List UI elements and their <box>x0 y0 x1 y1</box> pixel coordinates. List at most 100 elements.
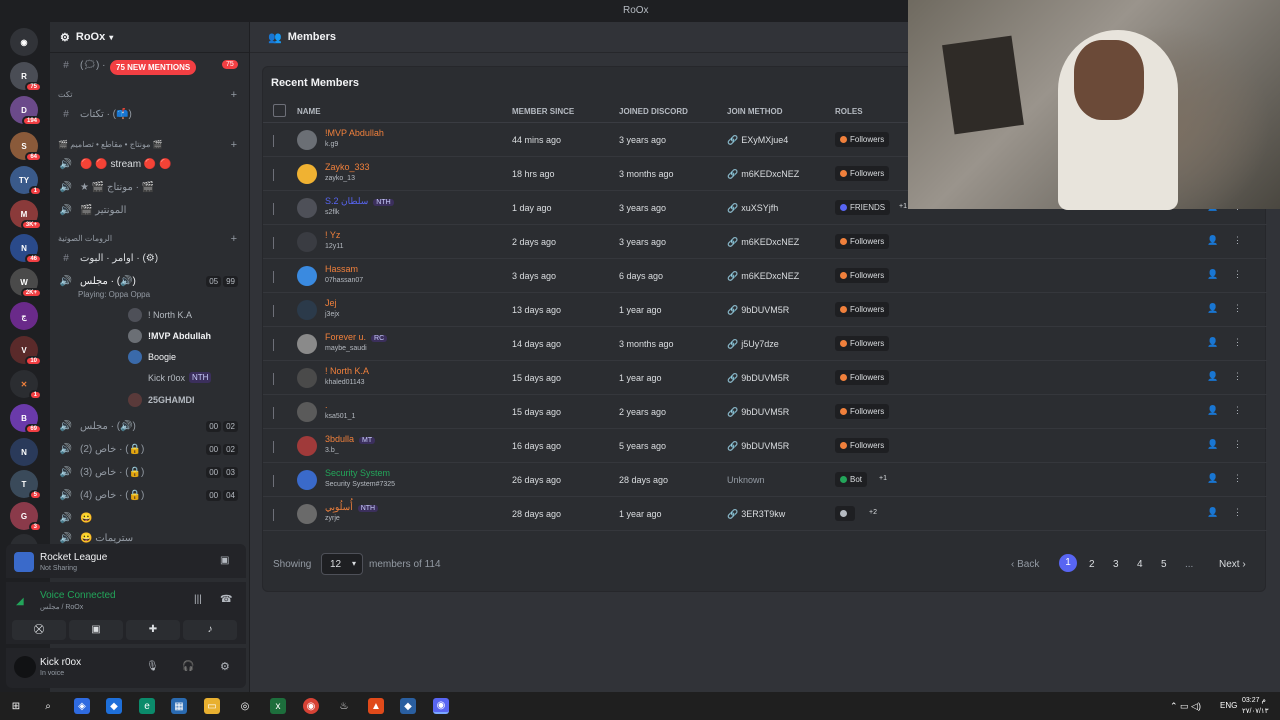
voice-user[interactable]: ! North K.A <box>128 308 192 322</box>
category-label[interactable]: الرومات الصوتية <box>58 234 112 243</box>
server-icon[interactable]: N <box>10 438 38 466</box>
member-profile-icon[interactable]: 👤 <box>1207 405 1218 416</box>
channel-item[interactable]: # تكتات · (📫) <box>50 104 250 124</box>
join-method[interactable]: 🔗 EXyMXjue4 <box>727 135 788 146</box>
voice-user[interactable]: Kick r0ox NTH <box>148 372 212 383</box>
avatar[interactable] <box>297 504 317 524</box>
member-profile-icon[interactable]: 👤 <box>1207 235 1218 246</box>
category-label[interactable]: 🎬 مونتاج • مقاطع • تصاميم 🎬 <box>58 140 163 149</box>
more-options-icon[interactable]: ⋮ <box>1233 439 1242 450</box>
excel-icon[interactable]: x <box>270 698 286 714</box>
member-profile-icon[interactable]: 👤 <box>1207 269 1218 280</box>
more-options-icon[interactable]: ⋮ <box>1233 269 1242 280</box>
table-row[interactable]: Hassam 07hassan07 3 days ago 6 days ago 🔗 m6K… <box>263 259 1267 293</box>
row-checkbox[interactable] <box>273 305 274 317</box>
avatar[interactable] <box>297 232 317 252</box>
join-method[interactable]: 🔗 m6KEDxcNEZ <box>727 237 799 248</box>
avatar[interactable] <box>297 300 317 320</box>
select-all-checkbox[interactable] <box>273 104 286 117</box>
voice-user[interactable]: 25GHAMDI <box>128 393 195 407</box>
avatar[interactable] <box>297 368 317 388</box>
voice-channel-item[interactable]: 🔊 😀 <box>50 508 250 528</box>
avatar[interactable] <box>297 402 317 422</box>
voice-user[interactable]: Boogie <box>128 350 176 364</box>
join-method[interactable]: Unknown <box>727 475 765 485</box>
windows-start-icon[interactable]: ⊞ <box>8 698 24 714</box>
settings-icon[interactable]: ⚙ <box>220 660 230 673</box>
avatar[interactable] <box>297 164 317 184</box>
camera-icon[interactable]: ⛒ <box>12 620 66 640</box>
row-checkbox[interactable] <box>273 475 274 487</box>
channel-item[interactable]: # اوامر · البوت · (⚙) <box>50 248 250 268</box>
page-2[interactable]: 2 <box>1089 559 1095 570</box>
role-badge[interactable]: FRIENDS <box>835 200 891 215</box>
search-icon[interactable]: ⌕ <box>40 698 56 714</box>
table-row[interactable]: ! Yz 12y11 2 days ago 3 years ago 🔗 m6KEDxcNE… <box>263 225 1267 259</box>
row-checkbox[interactable] <box>273 169 274 181</box>
obs-icon[interactable]: ◎ <box>237 698 253 714</box>
app-icon[interactable]: ◆ <box>106 698 122 714</box>
server-header[interactable]: ⚙RoOx▾👤 <box>50 22 288 53</box>
more-options-icon[interactable]: ⋮ <box>1233 507 1242 518</box>
member-name[interactable]: Zayko_333 <box>325 162 370 172</box>
table-row[interactable]: ! North K.A khaled01143 15 days ago 1 year … <box>263 361 1267 395</box>
join-method[interactable]: 🔗 xuXSYjfh <box>727 203 778 214</box>
role-badge[interactable]: Followers <box>835 234 890 249</box>
voice-channel-item[interactable]: 🔊 خاص (2) · (🔒) 00 02 <box>50 439 250 459</box>
add-channel-icon[interactable]: + <box>231 139 237 151</box>
role-badge[interactable]: Followers <box>835 438 890 453</box>
more-options-icon[interactable]: ⋮ <box>1233 303 1242 314</box>
disconnect-icon[interactable]: ☎ <box>220 594 232 605</box>
server-icon[interactable]: ✕ 1 <box>10 370 42 400</box>
role-badge[interactable]: Bot <box>835 472 868 487</box>
more-options-icon[interactable]: ⋮ <box>1233 235 1242 246</box>
page-size-select[interactable]: 12 ▾ <box>321 553 363 575</box>
voice-channel-item[interactable]: 🔊 خاص (4) · (🔒) 00 04 <box>50 485 250 505</box>
more-options-icon[interactable]: ⋮ <box>1233 371 1242 382</box>
extra-roles[interactable]: +2 <box>869 509 877 516</box>
tray-icons[interactable]: ⌃ ▭ ◁) <box>1170 701 1201 712</box>
table-row[interactable]: . ksa501_1 15 days ago 2 years ago 🔗 9bDUVM5R… <box>263 395 1267 429</box>
activity-panel[interactable]: Rocket League Not Sharing ▣ <box>6 544 246 578</box>
voice-status[interactable]: Voice Connected <box>40 590 116 601</box>
row-checkbox[interactable] <box>273 373 274 385</box>
row-checkbox[interactable] <box>273 441 274 453</box>
server-icon[interactable]: V 10 <box>10 336 42 366</box>
language-indicator[interactable]: ENG <box>1220 701 1237 710</box>
member-name[interactable]: 3bdulla MT <box>325 434 376 444</box>
server-icon[interactable]: S 64 <box>10 132 42 162</box>
role-badge[interactable]: Followers <box>835 404 890 419</box>
join-method[interactable]: 🔗 9bDUVM5R <box>727 305 789 316</box>
role-badge[interactable]: Followers <box>835 166 890 181</box>
join-method[interactable]: 🔗 3ER3T9kw <box>727 509 785 520</box>
member-name[interactable]: أُسلُوبِي NTH <box>325 502 379 513</box>
store-icon[interactable]: ▦ <box>171 698 187 714</box>
server-icon[interactable]: ج <box>10 302 38 330</box>
brave-icon[interactable]: ▲ <box>368 698 384 714</box>
avatar[interactable] <box>297 198 317 218</box>
page-5[interactable]: 5 <box>1161 559 1167 570</box>
add-channel-icon[interactable]: + <box>231 89 237 101</box>
member-profile-icon[interactable]: 👤 <box>1207 507 1218 518</box>
join-method[interactable]: 🔗 9bDUVM5R <box>727 373 789 384</box>
table-row[interactable]: Security System Security System#7325 26 da… <box>263 463 1267 497</box>
join-method[interactable]: 🔗 m6KEDxcNEZ <box>727 271 799 282</box>
row-checkbox[interactable] <box>273 407 274 419</box>
page-4[interactable]: 4 <box>1137 559 1143 570</box>
avatar[interactable] <box>297 436 317 456</box>
member-name[interactable]: Forever u. RC <box>325 332 388 342</box>
voice-channel-item[interactable]: 🔊 مجلس · (🔊) 05 99 <box>50 271 250 291</box>
microphone-icon[interactable]: 🎙 <box>146 661 159 672</box>
table-row[interactable]: 3bdulla MT 3.b_ 16 days ago 5 years ago 🔗 9bDU… <box>263 429 1267 463</box>
avatar[interactable] <box>297 266 317 286</box>
col-member-since[interactable]: MEMBER SINCE <box>512 107 574 116</box>
server-icon[interactable]: D 194 <box>10 96 42 126</box>
rocket-league-taskbar-icon[interactable]: ◆ <box>400 698 416 714</box>
server-icon[interactable]: M 3K+ <box>10 200 42 230</box>
server-icon[interactable]: TY 1 <box>10 166 42 196</box>
member-name[interactable]: ! Yz <box>325 230 340 240</box>
voice-channel-item[interactable]: 🔊 خاص (3) · (🔒) 00 03 <box>50 462 250 482</box>
voice-channel-item[interactable]: 🔊 🎬 المونتير <box>50 200 250 220</box>
server-icon[interactable]: B 69 <box>10 404 42 434</box>
member-profile-icon[interactable]: 👤 <box>1207 473 1218 484</box>
